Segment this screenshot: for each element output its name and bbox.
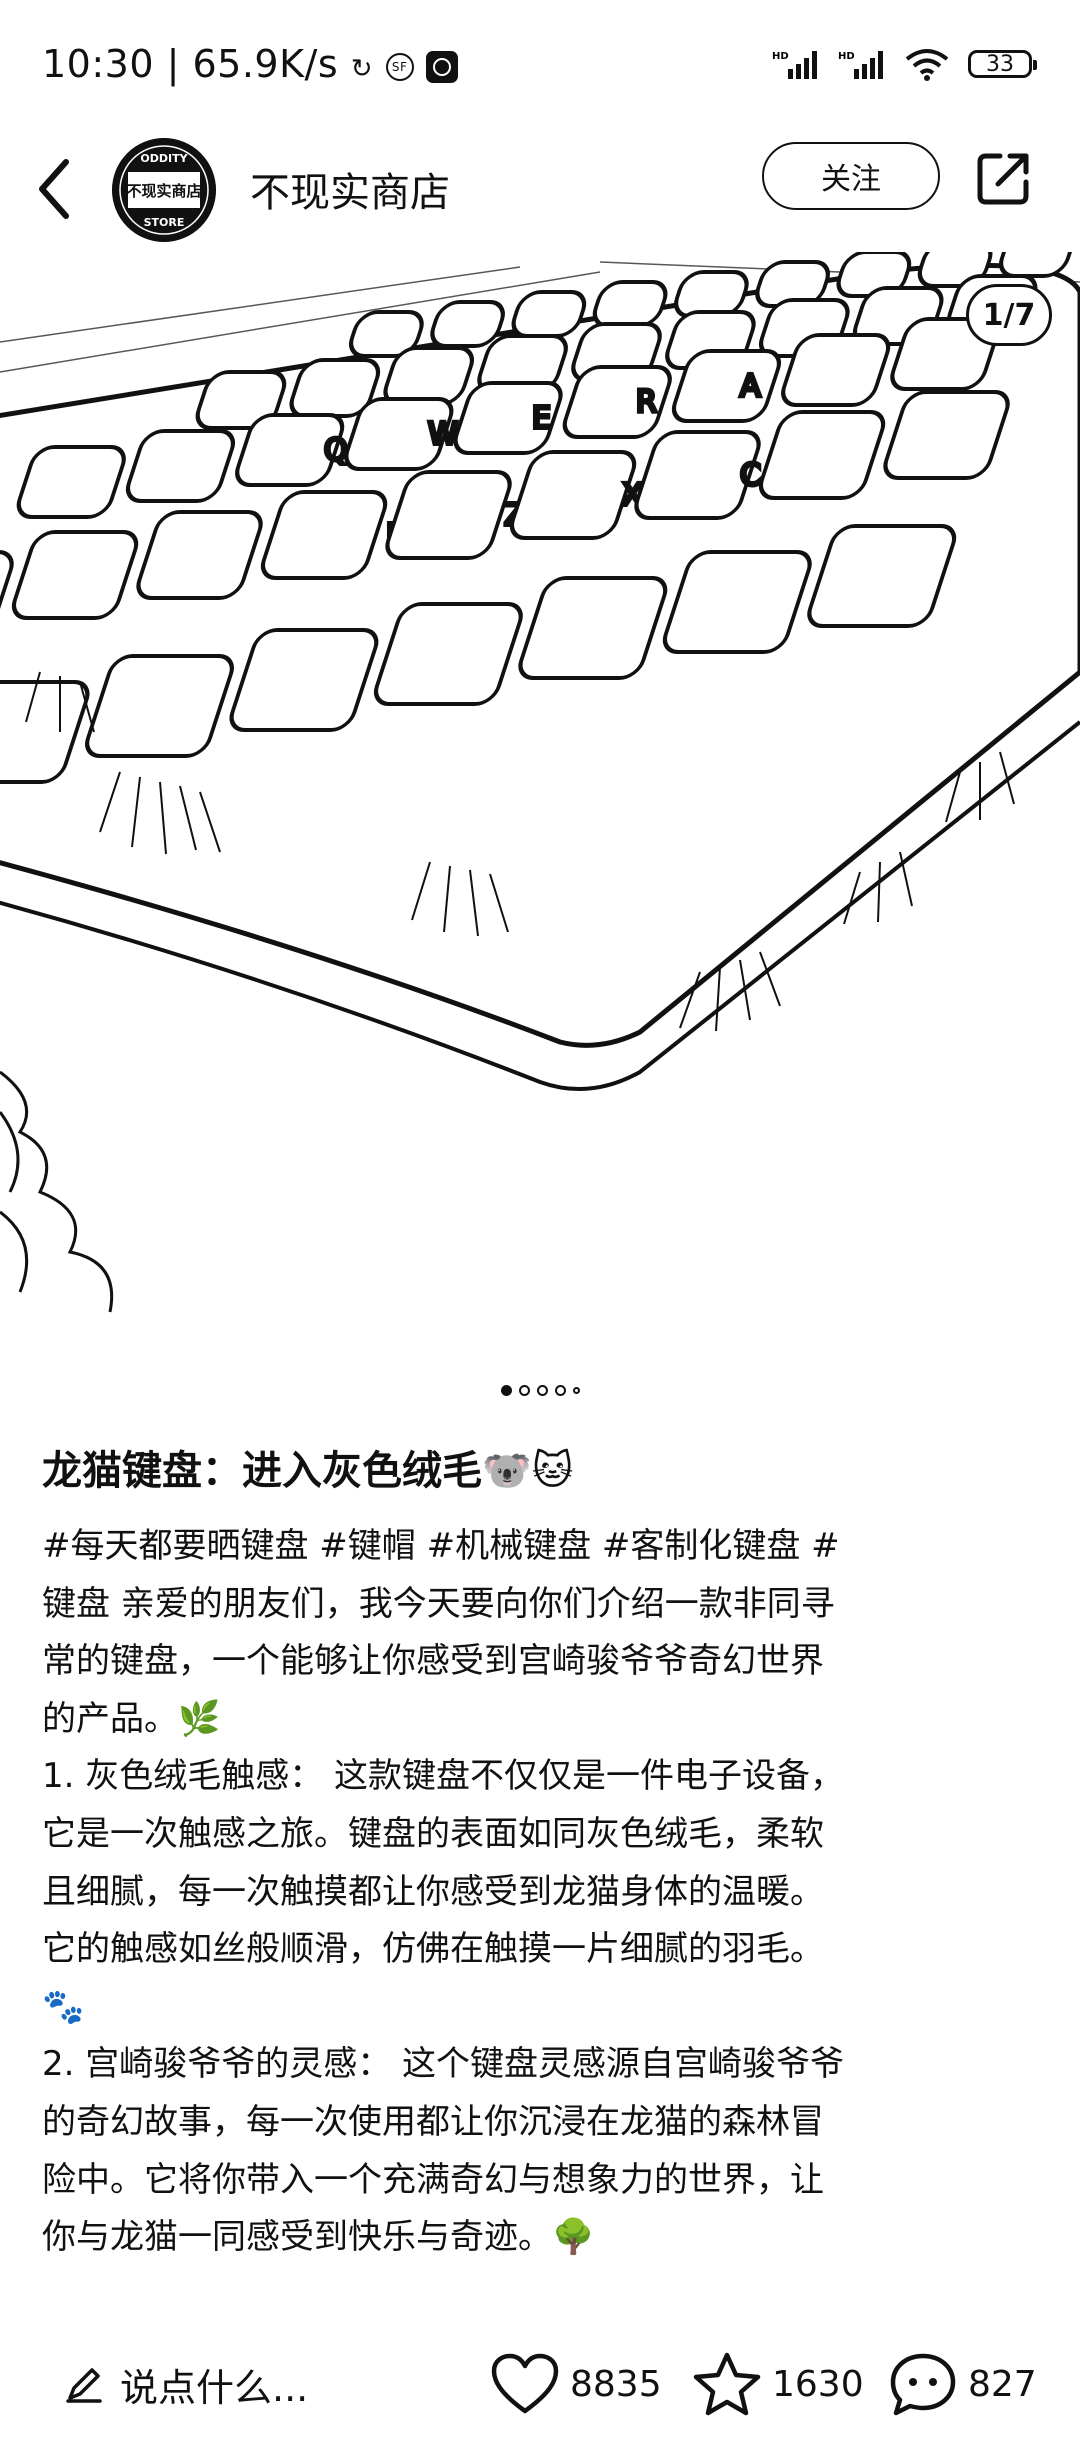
carousel-dot[interactable] bbox=[500, 1384, 512, 1396]
post-body-line: 它是一次触感之旅。键盘的表面如同灰色绒毛，柔软 bbox=[42, 1813, 824, 1854]
svg-text:ODDITY: ODDITY bbox=[140, 152, 188, 165]
keycap-letter: W bbox=[428, 417, 458, 452]
like-count: 8835 bbox=[570, 2363, 662, 2405]
back-arrow-icon[interactable] bbox=[34, 154, 74, 224]
sync-icon: ↻ bbox=[350, 54, 374, 84]
status-icons: HD HD 33 bbox=[772, 44, 1037, 84]
keycap-letter: Q bbox=[324, 433, 348, 468]
app-notification-icon bbox=[426, 50, 459, 83]
keyboard-illustration: QWERASDZXC bbox=[0, 252, 1080, 1313]
post-body-line: 1. 灰色绒毛触感： 这款键盘不仅仅是一件电子设备， bbox=[42, 1756, 845, 1797]
signal-icon-2: HD bbox=[838, 51, 883, 79]
collect-button[interactable]: 1630 bbox=[692, 2350, 864, 2418]
follow-button[interactable]: 关注 bbox=[762, 142, 940, 210]
svg-text:HD: HD bbox=[772, 51, 789, 62]
image-page-counter: 1/7 bbox=[966, 284, 1052, 346]
store-avatar[interactable]: ODDITY 不现实商店 STORE bbox=[112, 138, 216, 242]
carousel-dot[interactable] bbox=[572, 1386, 580, 1394]
post-body-line: 键盘 亲爱的朋友们，我今天要向你们介绍一款非同寻 bbox=[42, 1583, 835, 1624]
battery-icon: 33 bbox=[968, 50, 1037, 78]
comment-bubble-icon bbox=[890, 2353, 956, 2416]
post-body-line: 你与龙猫一同感受到快乐与奇迹。🌳 bbox=[42, 2217, 595, 2258]
keycap-letter: R bbox=[636, 385, 657, 420]
post-title: 龙猫键盘：进入灰色绒毛🐨🐱 bbox=[42, 1448, 574, 1494]
comment-input[interactable]: 说点什么... bbox=[64, 2350, 308, 2418]
star-icon bbox=[693, 2352, 761, 2416]
status-bar: 10:30 | 65.9K/s ↻ SF HD HD 33 bbox=[0, 0, 1080, 130]
post-body-line: 险中。它将你带入一个充满奇幻与想象力的世界，让 bbox=[42, 2159, 824, 2200]
carousel-dot[interactable] bbox=[554, 1384, 566, 1396]
post-body-line: 🐾 bbox=[42, 1986, 85, 2027]
post-body-line: 的奇幻故事，每一次使用都让你沉浸在龙猫的森林冒 bbox=[42, 2101, 824, 2142]
post-body-line: 2. 宫崎骏爷爷的灵感： 这个键盘灵感源自宫崎骏爷爷 bbox=[42, 2044, 845, 2085]
bottom-action-bar: 说点什么... 8835 1630 827 bbox=[0, 2330, 1080, 2440]
comment-placeholder: 说点什么... bbox=[120, 2365, 309, 2410]
carousel-dot[interactable] bbox=[536, 1384, 548, 1396]
keycap-letter: C bbox=[740, 458, 761, 493]
svg-text:不现实商店: 不现实商店 bbox=[126, 182, 201, 200]
status-time: 10:30 | 65.9K/s ↻ SF bbox=[42, 42, 459, 86]
share-icon[interactable] bbox=[974, 148, 1034, 208]
collect-count: 1630 bbox=[772, 2363, 864, 2405]
network-speed: 65.9K/s bbox=[192, 42, 339, 86]
status-divider: | bbox=[166, 42, 193, 86]
post-photo[interactable]: QWERASDZXC 1/7 bbox=[0, 252, 1080, 1332]
svg-text:HD: HD bbox=[838, 51, 855, 62]
store-logo: ODDITY 不现实商店 STORE bbox=[112, 138, 216, 242]
post-body-line: 常的键盘，一个能够让你感受到宫崎骏爷爷奇幻世界 bbox=[42, 1641, 824, 1682]
heart-icon bbox=[491, 2353, 559, 2414]
sf-app-icon: SF bbox=[385, 52, 414, 81]
keycap-letter: E bbox=[532, 401, 551, 436]
svg-text:STORE: STORE bbox=[144, 216, 185, 229]
clock-time: 10:30 bbox=[42, 42, 155, 86]
battery-level: 33 bbox=[986, 51, 1014, 77]
signal-icon-1: HD bbox=[772, 51, 817, 79]
header: ODDITY 不现实商店 STORE 不现实商店 关注 bbox=[0, 130, 1080, 250]
wifi-icon bbox=[905, 49, 949, 81]
keycap bbox=[999, 252, 1074, 278]
post-body-line: 它的触感如丝般顺滑，仿佛在触摸一片细腻的羽毛。 bbox=[42, 1929, 824, 1970]
post-body: #每天都要晒键盘 #键帽 #机械键盘 #客制化键盘 # 键盘 亲爱的朋友们，我今… bbox=[42, 1518, 1042, 2267]
store-name[interactable]: 不现实商店 bbox=[250, 160, 450, 218]
keycap-letter: A bbox=[740, 369, 761, 404]
post-body-line[interactable]: #每天都要晒键盘 #键帽 #机械键盘 #客制化键盘 # bbox=[42, 1518, 1042, 1576]
comment-count: 827 bbox=[968, 2363, 1037, 2405]
post-body-line: 的产品。🌿 bbox=[42, 1698, 221, 1739]
pencil-icon bbox=[66, 2368, 102, 2403]
carousel-dot[interactable] bbox=[518, 1384, 530, 1396]
like-button[interactable]: 8835 bbox=[490, 2350, 662, 2418]
comment-button[interactable]: 827 bbox=[888, 2350, 1037, 2418]
post-body-line: 且细腻，每一次触摸都让你感受到龙猫身体的温暖。 bbox=[42, 1871, 824, 1912]
carousel-dots bbox=[0, 1380, 1080, 1400]
